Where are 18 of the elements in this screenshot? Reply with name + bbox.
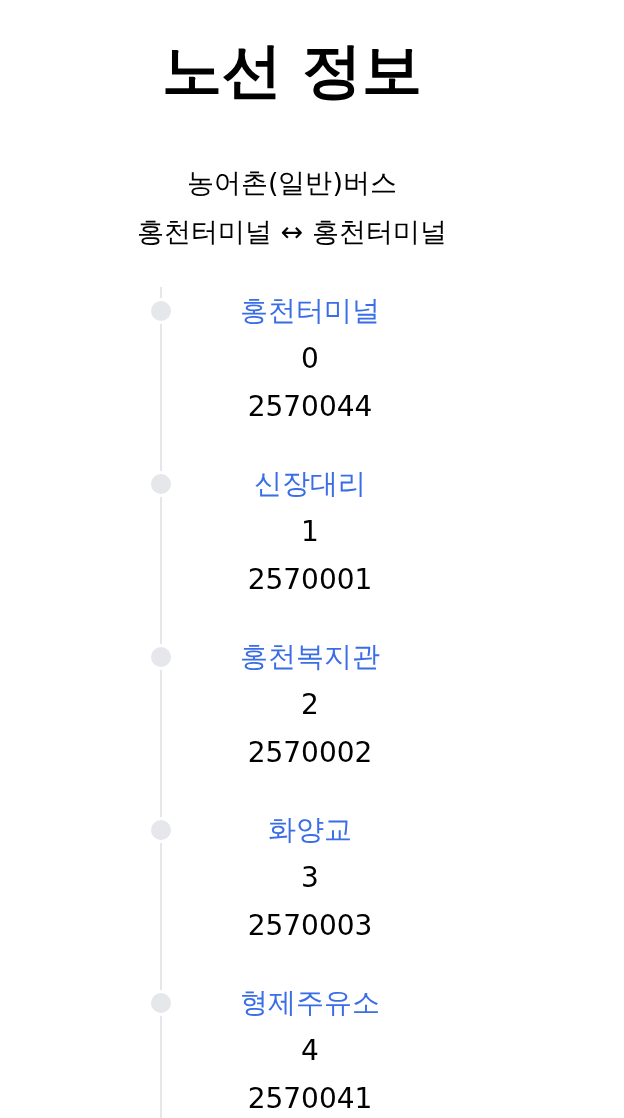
stop-order: 1 [301,517,319,547]
stop-name-link[interactable]: 홍천터미널 [240,296,380,326]
stop-name-link[interactable]: 홍천복지관 [240,642,380,672]
stop-order: 4 [301,1036,319,1066]
page-title: 노선 정보 [161,34,423,106]
stop-name-link[interactable]: 형제주유소 [240,988,380,1018]
stop-name-link[interactable]: 화양교 [268,815,352,845]
bus-type: 농어촌(일반)버스 [186,166,398,200]
stop-order: 3 [301,863,319,893]
stop-code: 2570044 [247,392,373,422]
stop-order: 2 [301,690,319,720]
stop-code: 2570003 [247,911,373,941]
route-endpoints: 홍천터미널 ↔ 홍천터미널 [137,215,447,249]
stop-order: 0 [301,344,319,374]
stop-code: 2570001 [247,565,373,595]
stop-code: 2570041 [247,1084,373,1114]
stop-code: 2570002 [247,738,373,768]
stop-name-link[interactable]: 신장대리 [254,469,366,499]
